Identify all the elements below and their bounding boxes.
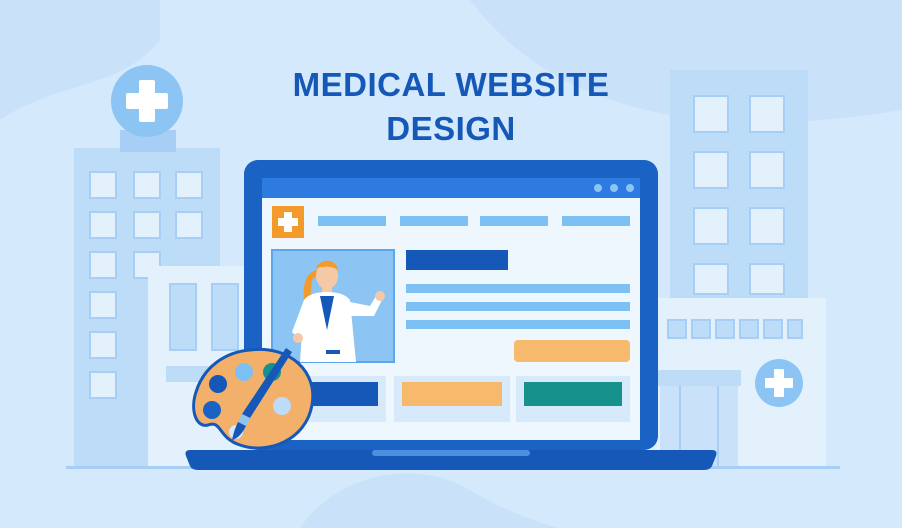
cta-button xyxy=(514,340,630,362)
page-title-line-1: MEDICAL WEBSITE xyxy=(292,66,610,103)
page-title-line-2: DESIGN xyxy=(386,110,516,147)
browser-bar xyxy=(262,178,640,198)
heading-block xyxy=(406,250,508,270)
card-row xyxy=(272,376,630,422)
site-logo-cross-icon xyxy=(272,206,304,238)
text-lines xyxy=(406,284,630,329)
window-dots-icon xyxy=(594,184,634,192)
hospital-cross-icon xyxy=(755,359,803,407)
doctor-illustration xyxy=(271,249,395,363)
